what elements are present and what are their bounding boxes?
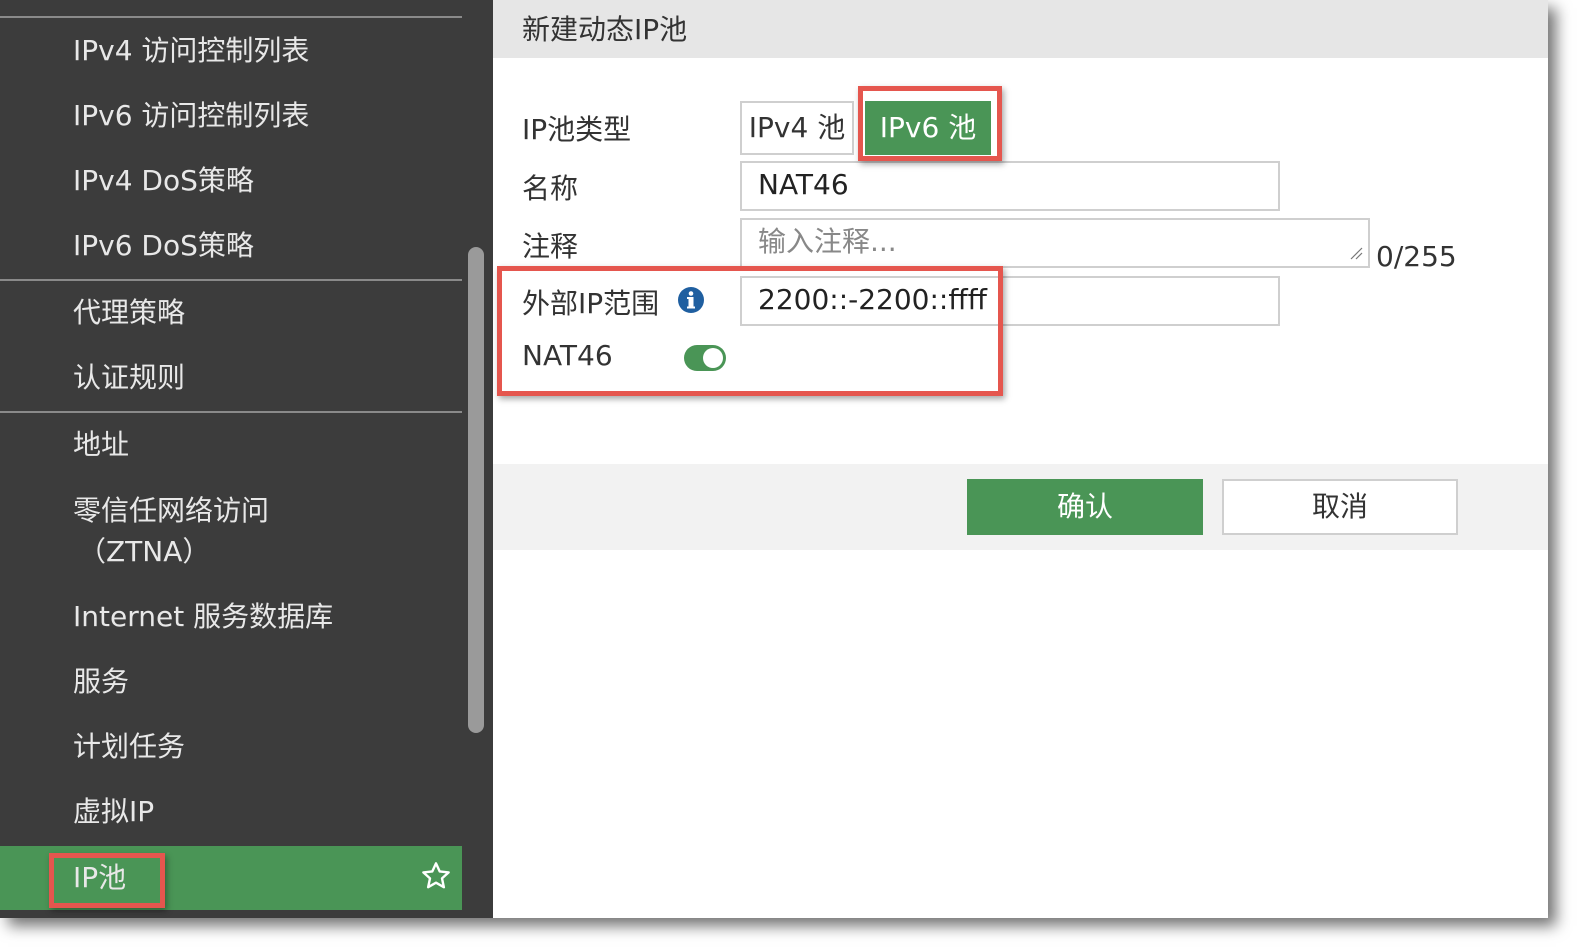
sidebar-item-schedules[interactable]: 计划任务	[0, 727, 462, 767]
sidebar-item-proxy-policy[interactable]: 代理策略	[0, 293, 462, 333]
highlight-box-ipv6	[858, 86, 1002, 161]
sidebar: IPv4 访问控制列表 IPv6 访问控制列表 IPv4 DoS策略 IPv6 …	[0, 0, 462, 918]
comment-label: 注释	[522, 230, 579, 263]
sidebar-item-internet-service-db[interactable]: Internet 服务数据库	[0, 597, 462, 637]
sidebar-item-label: IPv6 访问控制列表	[73, 99, 310, 132]
sidebar-item-label: IPv6 DoS策略	[73, 229, 254, 262]
sidebar-item-label: IPv4 DoS策略	[73, 164, 254, 197]
sidebar-item-services[interactable]: 服务	[0, 662, 462, 702]
sidebar-divider	[0, 411, 462, 413]
sidebar-item-label: 服务	[73, 665, 130, 698]
highlight-box-ip-pools	[49, 853, 165, 908]
sidebar-item-ipv4-dos[interactable]: IPv4 DoS策略	[0, 161, 462, 201]
sidebar-divider	[0, 279, 462, 281]
star-icon[interactable]	[420, 860, 452, 892]
comment-textarea[interactable]: 输入注释...	[740, 218, 1370, 268]
sidebar-item-ztna[interactable]: 零信任网络访问 （ZTNA）	[0, 491, 462, 573]
highlight-box-ip-range-nat46	[497, 266, 1003, 396]
cancel-button[interactable]: 取消	[1222, 479, 1458, 535]
sidebar-divider	[0, 16, 462, 18]
name-field[interactable]: NAT46	[740, 161, 1280, 211]
sidebar-item-ipv4-acl[interactable]: IPv4 访问控制列表	[0, 31, 462, 71]
name-label: 名称	[522, 172, 579, 205]
sidebar-item-label: Internet 服务数据库	[73, 600, 334, 633]
sidebar-item-label: 代理策略	[73, 296, 186, 329]
sidebar-item-ipv6-dos[interactable]: IPv6 DoS策略	[0, 226, 462, 266]
app-window: IPv4 访问控制列表 IPv6 访问控制列表 IPv4 DoS策略 IPv6 …	[0, 0, 1548, 918]
dialog-title: 新建动态IP池	[522, 13, 688, 46]
sidebar-item-label: 零信任网络访问	[73, 494, 270, 527]
dialog-panel: 新建动态IP池 IP池类型 IPv4 池 IPv6 池 名称 NAT46 注释 …	[493, 0, 1548, 918]
comment-char-counter: 0/255	[1376, 240, 1457, 273]
sidebar-item-address[interactable]: 地址	[0, 425, 462, 465]
resize-handle-icon[interactable]	[1349, 246, 1363, 260]
sidebar-item-label-cont: （ZTNA）	[78, 535, 211, 568]
sidebar-scrollbar-thumb[interactable]	[468, 247, 484, 733]
pool-type-label: IP池类型	[522, 113, 632, 146]
sidebar-item-auth-rules[interactable]: 认证规则	[0, 358, 462, 398]
comment-placeholder: 输入注释...	[758, 225, 897, 258]
pool-type-ipv4-option[interactable]: IPv4 池	[740, 101, 854, 155]
sidebar-item-virtual-ip[interactable]: 虚拟IP	[0, 792, 462, 832]
dialog-header: 新建动态IP池	[493, 0, 1548, 58]
sidebar-item-label: 计划任务	[73, 730, 186, 763]
sidebar-item-label: 虚拟IP	[73, 795, 155, 828]
sidebar-item-label: IPv4 访问控制列表	[73, 34, 310, 67]
sidebar-item-ipv6-acl[interactable]: IPv6 访问控制列表	[0, 96, 462, 136]
sidebar-item-label: 地址	[73, 428, 130, 461]
sidebar-item-label: 认证规则	[73, 361, 186, 394]
confirm-button[interactable]: 确认	[967, 479, 1203, 535]
